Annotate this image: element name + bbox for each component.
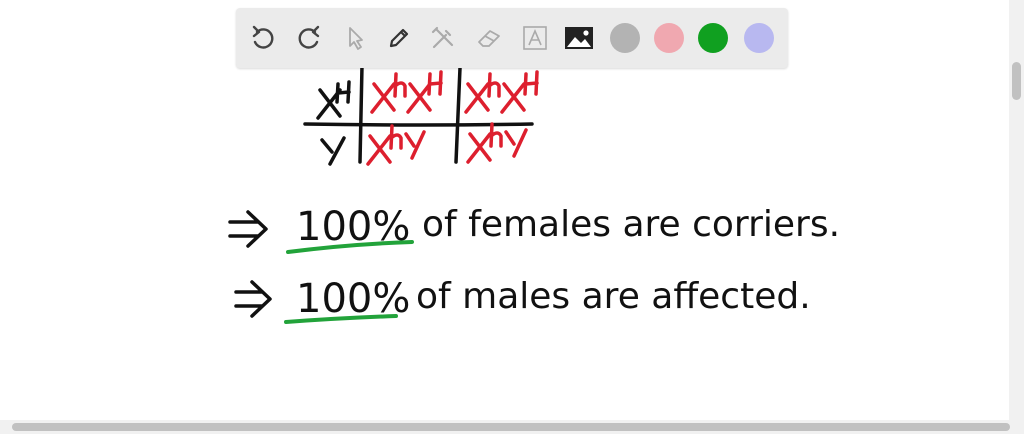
cell-r2c1 — [366, 124, 426, 166]
text-tool-button[interactable] — [518, 21, 552, 55]
color-swatch-green[interactable] — [698, 23, 728, 53]
text-icon — [523, 26, 547, 50]
color-swatch-pink[interactable] — [654, 23, 684, 53]
row-header-y — [320, 136, 346, 166]
undo-icon — [252, 25, 274, 49]
statement-1-text: of females are corriers. — [422, 204, 840, 245]
cell-r2c2 — [466, 122, 528, 164]
drawing-toolbar — [236, 8, 788, 68]
redo-icon — [298, 25, 320, 49]
tools-icon — [431, 26, 454, 49]
statement-1-arrow — [228, 210, 268, 248]
pen-tool-button[interactable] — [382, 21, 416, 55]
image-tool-button[interactable] — [562, 21, 596, 55]
image-icon — [565, 27, 593, 49]
vertical-scrollbar[interactable] — [1009, 0, 1024, 420]
color-swatch-lavender[interactable] — [744, 23, 774, 53]
cell-r1c2 — [464, 70, 539, 114]
statement-2-arrow — [234, 280, 272, 318]
redo-button[interactable] — [292, 21, 326, 55]
color-swatch-gray[interactable] — [610, 23, 640, 53]
eraser-tool-button[interactable] — [472, 21, 506, 55]
select-tool-button[interactable] — [338, 21, 372, 55]
vertical-scroll-thumb[interactable] — [1012, 62, 1021, 100]
statement-2-text: of males are affected. — [416, 276, 811, 317]
tools-button[interactable] — [426, 21, 460, 55]
horizontal-scroll-thumb[interactable] — [12, 423, 1010, 431]
undo-button[interactable] — [246, 21, 280, 55]
select-pointer-icon — [349, 27, 363, 50]
cell-r1c1 — [370, 70, 443, 114]
horizontal-scrollbar[interactable] — [0, 420, 1024, 434]
eraser-icon — [478, 30, 500, 47]
row-header-xh — [316, 80, 351, 120]
pen-icon — [389, 28, 409, 48]
